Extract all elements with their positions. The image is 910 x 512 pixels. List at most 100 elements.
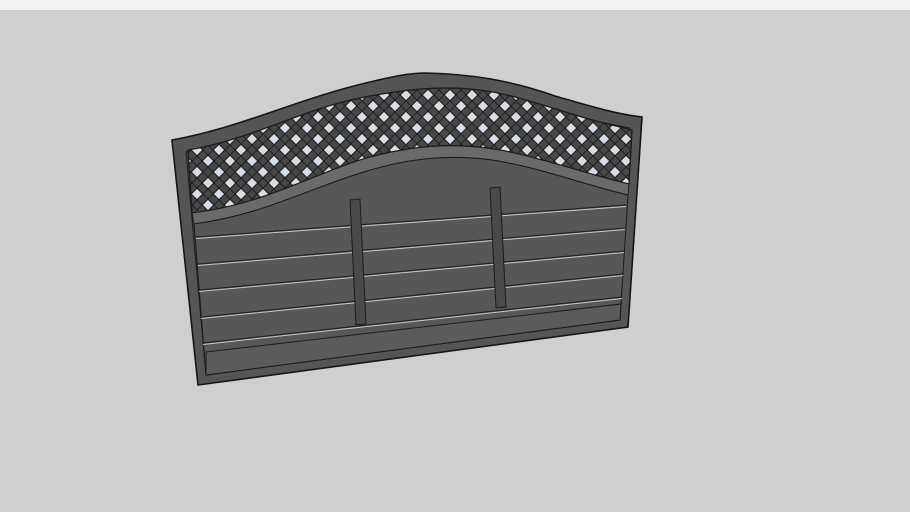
lattice-slat-edge xyxy=(695,60,875,240)
lattice-slat-edge xyxy=(729,60,909,240)
lattice-slat-edge xyxy=(0,60,51,240)
lattice-slat-edge xyxy=(663,60,843,240)
lattice-slat-edge xyxy=(673,60,853,240)
lattice-slat-edge xyxy=(0,60,171,240)
lattice-slat-edge xyxy=(0,60,61,240)
lattice-slat xyxy=(0,60,12,240)
lattice-slat-edge xyxy=(0,60,161,240)
lattice-slat-edge xyxy=(0,60,7,240)
lattice-slat-edge xyxy=(0,60,73,240)
lattice-slat-edge xyxy=(641,60,821,240)
lattice-slat xyxy=(734,60,910,240)
lattice-slat xyxy=(0,60,12,240)
lattice-slat-edge xyxy=(0,60,83,240)
lattice-slat xyxy=(0,60,166,240)
lattice-slat-edge xyxy=(0,60,171,240)
lattice-slat-edge xyxy=(0,60,7,240)
lattice-slat xyxy=(0,60,144,240)
lattice-slat-edge xyxy=(717,60,897,240)
lattice-slat xyxy=(0,60,100,240)
lattice-slat-edge xyxy=(0,60,73,240)
lattice-slat-edge xyxy=(0,60,83,240)
lattice-slat-edge xyxy=(685,60,865,240)
lattice-slat xyxy=(0,60,56,240)
lattice-slat-edge xyxy=(739,60,910,240)
lattice-slat xyxy=(778,60,910,240)
lattice-slat xyxy=(690,60,870,240)
lattice-slat xyxy=(0,60,78,240)
lattice-slat-edge xyxy=(663,60,843,240)
lattice-slat xyxy=(668,60,848,240)
lattice-slat-edge xyxy=(717,60,897,240)
lattice-slat xyxy=(0,60,34,240)
lattice-slat xyxy=(188,87,195,213)
lattice-slat xyxy=(188,87,195,213)
lattice-slat xyxy=(756,60,910,240)
lattice-slat-edge xyxy=(0,60,149,240)
lattice-slat-edge xyxy=(773,60,910,240)
lattice-slat-edge xyxy=(751,60,910,240)
lattice-slat-edge xyxy=(0,60,29,240)
lattice-slat-edge xyxy=(0,60,105,240)
lattice-slat-edge xyxy=(729,60,909,240)
lattice-slat-edge xyxy=(0,60,95,240)
lattice-slat xyxy=(0,60,100,240)
lattice-slat xyxy=(0,60,34,240)
lattice-slat-edge xyxy=(0,60,149,240)
lattice-slat-edge xyxy=(0,60,51,240)
lattice-slat-edge xyxy=(0,60,17,240)
lattice-slat xyxy=(690,60,870,240)
lattice-slat-edge xyxy=(651,60,831,240)
lattice-slat-edge xyxy=(628,87,632,213)
lattice-slat xyxy=(646,60,826,240)
3d-viewport[interactable] xyxy=(0,10,910,512)
lattice-slat-edge xyxy=(0,60,117,240)
lattice-slat-edge xyxy=(761,60,910,240)
lattice-slat xyxy=(0,60,56,240)
lattice-slat-edge xyxy=(0,60,127,240)
lattice-slat-edge xyxy=(0,60,39,240)
lattice-slat-edge xyxy=(641,60,821,240)
lattice-slat-edge xyxy=(188,87,194,213)
lattice-slat-edge xyxy=(0,60,17,240)
lattice-slat-edge xyxy=(783,60,910,240)
lattice-slat-edge xyxy=(761,60,910,240)
lattice-slat-edge xyxy=(0,60,95,240)
lattice-slat xyxy=(712,60,892,240)
lattice-slat xyxy=(0,60,144,240)
lattice-slat xyxy=(756,60,910,240)
lattice-slat-edge xyxy=(739,60,910,240)
lattice-slat-edge xyxy=(3,60,183,240)
lattice-slat-edge xyxy=(0,60,29,240)
lattice-slat xyxy=(646,60,826,240)
lattice-slat-edge xyxy=(618,87,632,213)
lattice-slat-edge xyxy=(628,87,632,213)
lattice-slat-edge xyxy=(0,60,117,240)
lattice-slat-edge xyxy=(0,60,105,240)
lattice-slat xyxy=(778,60,910,240)
lattice-slat xyxy=(668,60,848,240)
lattice-slat-edge xyxy=(0,60,61,240)
lattice-slat-edge xyxy=(0,60,127,240)
lattice-slat xyxy=(0,60,78,240)
fence-panel-model xyxy=(0,60,910,386)
lattice-slat-edge xyxy=(618,87,632,213)
lattice-slat-edge xyxy=(751,60,910,240)
lattice-slat-edge xyxy=(0,60,139,240)
lattice-slat-edge xyxy=(0,60,161,240)
lattice-slat xyxy=(617,87,632,213)
lattice-slat-edge xyxy=(695,60,875,240)
lattice-slat-edge xyxy=(685,60,865,240)
lattice-slat xyxy=(734,60,910,240)
lattice-slat-edge xyxy=(707,60,887,240)
lattice-slat xyxy=(0,60,166,240)
lattice-slat-edge xyxy=(651,60,831,240)
lattice-slat-edge xyxy=(783,60,910,240)
lattice-slat xyxy=(0,60,122,240)
lattice-slat-edge xyxy=(673,60,853,240)
lattice-slat-edge xyxy=(773,60,910,240)
viewer-top-bar xyxy=(0,0,910,10)
lattice-slat-edge xyxy=(188,87,194,213)
lattice-slat xyxy=(617,87,632,213)
lattice-slat-edge xyxy=(0,60,139,240)
